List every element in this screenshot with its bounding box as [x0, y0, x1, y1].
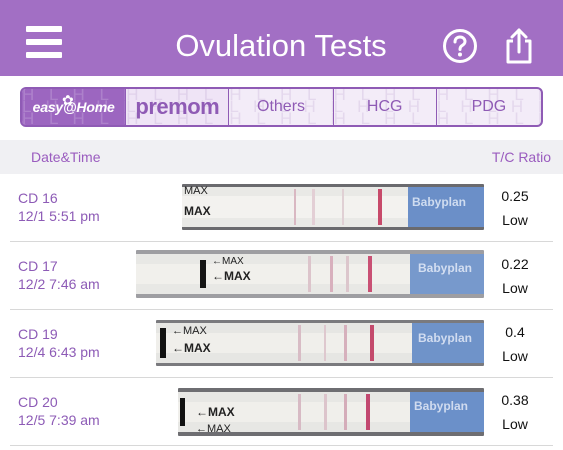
tc-ratio-value: 0.22	[501, 256, 529, 272]
test-strip-image[interactable]: ←MAX ←MAX Babyplan	[178, 388, 484, 436]
cycle-day: CD 16	[18, 190, 58, 206]
share-upload-icon[interactable]	[500, 27, 538, 65]
svg-text:←MAX: ←MAX	[212, 269, 251, 283]
cycle-day: CD 19	[18, 326, 58, 342]
app-header: Ovulation Tests	[0, 0, 563, 76]
question-circle-icon[interactable]	[442, 28, 478, 64]
svg-text:←MAX: ←MAX	[212, 256, 244, 267]
test-row[interactable]: CD 19 12/4 6:43 pm ←MAX ←MAX Babyplan 0.…	[0, 310, 563, 378]
test-row[interactable]: CD 17 12/2 7:46 am ←MAX ←MAX Babyplan 0.…	[0, 242, 563, 310]
test-datetime: 12/1 5:51 pm	[18, 208, 100, 224]
tab-others[interactable]: H L H L H L H LL H L H L H L HH L H L H …	[229, 89, 334, 125]
tab-easy-label: easy@Home	[32, 99, 115, 115]
row-divider	[10, 445, 553, 446]
test-row[interactable]: CD 20 12/5 7:39 am ←MAX ←MAX Babyplan 0.…	[0, 378, 563, 446]
tab-hcg-label: HCG	[366, 98, 403, 115]
tab-others-label: Others	[257, 98, 306, 115]
strip-brand-text: Babyplan	[418, 331, 472, 345]
tab-premom[interactable]: H L H L H L H LL H L H L H L HH L H L H …	[126, 89, 230, 125]
strip-brand-text: Babyplan	[414, 399, 468, 413]
lh-level: Low	[502, 416, 528, 432]
test-strip-image[interactable]: ←MAX ←MAX Babyplan	[136, 250, 484, 298]
cycle-day: CD 20	[18, 394, 58, 410]
svg-text:←MAX: ←MAX	[172, 325, 208, 337]
strip-brand-text: Babyplan	[412, 195, 466, 209]
svg-text:←MAX: ←MAX	[172, 341, 211, 355]
lh-level: Low	[502, 348, 528, 364]
tab-easy-at-home[interactable]: H L H L H L H LL H L H L H L HH L H L H …	[22, 89, 127, 125]
tc-ratio-value: 0.25	[501, 188, 529, 204]
svg-text:←MAX: ←MAX	[196, 423, 232, 435]
column-tc-ratio: T/C Ratio	[491, 149, 551, 165]
tab-pdg[interactable]: H L H L H L H LL H L H L H L HH L H L H …	[437, 89, 541, 125]
test-strip-image[interactable]: ←MAX ←MAX Babyplan	[156, 320, 484, 366]
test-row[interactable]: CD 16 12/1 5:51 pm MAX MAX Babyplan 0.25…	[0, 174, 563, 242]
brand-tab-bar: H L H L H L H LL H L H L H L HH L H L H …	[20, 87, 543, 127]
test-strip-image[interactable]: MAX MAX Babyplan	[182, 184, 484, 230]
column-datetime: Date&Time	[31, 149, 101, 165]
hamburger-menu-icon[interactable]	[26, 26, 62, 60]
test-datetime: 12/2 7:46 am	[18, 276, 100, 292]
cycle-day: CD 17	[18, 258, 58, 274]
page-title: Ovulation Tests	[175, 28, 387, 63]
test-datetime: 12/5 7:39 am	[18, 412, 100, 428]
svg-text:←MAX: ←MAX	[196, 405, 235, 419]
table-column-header: Date&Time T/C Ratio	[0, 140, 563, 174]
tab-premom-label: premom	[135, 94, 220, 119]
svg-text:MAX: MAX	[184, 185, 209, 197]
tab-hcg[interactable]: H L H L H L H LL H L H L H L HH L H L H …	[334, 89, 437, 125]
tab-pdg-label: PDG	[471, 98, 507, 115]
test-datetime: 12/4 6:43 pm	[18, 344, 100, 360]
tc-ratio-value: 0.38	[501, 392, 529, 408]
lh-level: Low	[502, 280, 528, 296]
svg-text:MAX: MAX	[184, 204, 211, 218]
lh-level: Low	[502, 212, 528, 228]
strip-brand-text: Babyplan	[418, 261, 472, 275]
tc-ratio-value: 0.4	[505, 324, 525, 340]
